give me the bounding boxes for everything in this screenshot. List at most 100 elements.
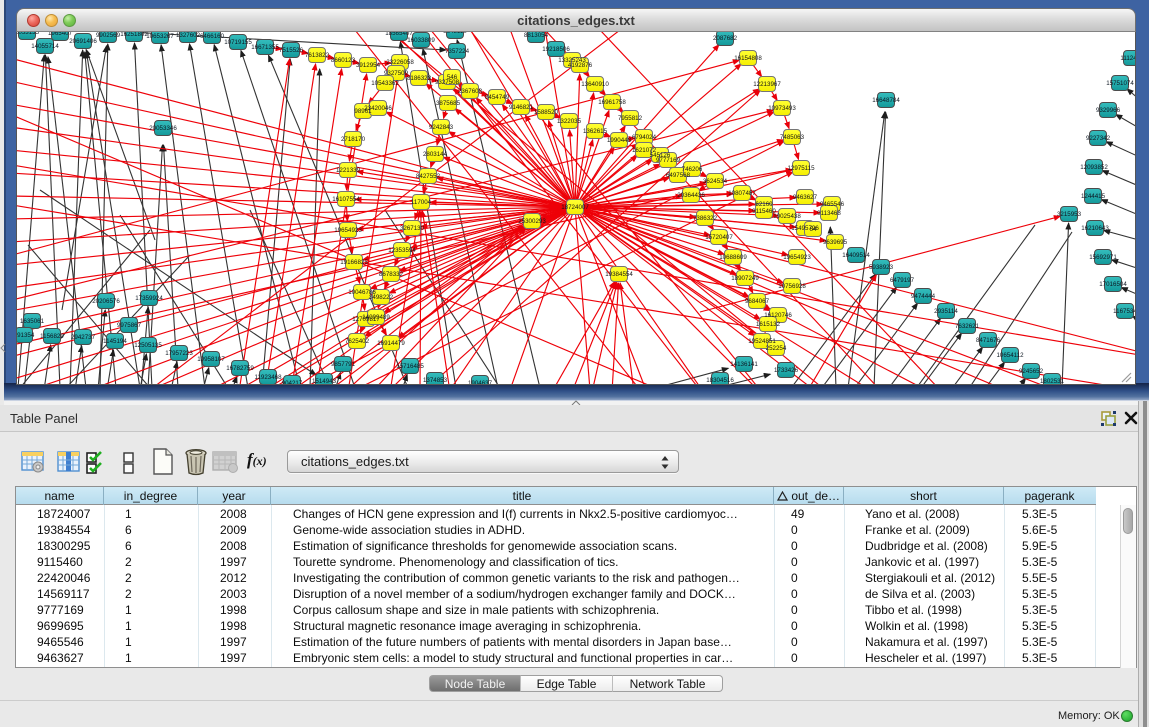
svg-text:19654923: 19654923 xyxy=(783,254,811,261)
svg-text:1615132: 1615132 xyxy=(756,321,781,328)
svg-text:1965407: 1965407 xyxy=(48,32,73,37)
svg-text:1362615: 1362615 xyxy=(583,128,608,135)
svg-text:1802531: 1802531 xyxy=(1040,378,1065,384)
svg-text:1588520: 1588520 xyxy=(534,109,559,116)
svg-text:16782759: 16782759 xyxy=(226,365,254,372)
svg-text:10543362: 10543362 xyxy=(371,80,399,87)
svg-text:3215953: 3215953 xyxy=(1057,211,1082,218)
svg-text:10025438: 10025438 xyxy=(773,213,801,220)
svg-text:10973493: 10973493 xyxy=(768,105,796,112)
svg-text:1145194: 1145194 xyxy=(103,338,127,345)
svg-text:1112448: 1112448 xyxy=(1120,55,1135,62)
svg-text:252254: 252254 xyxy=(766,345,787,352)
svg-text:15692971: 15692971 xyxy=(1089,254,1117,261)
svg-text:16648784: 16648784 xyxy=(872,97,900,104)
svg-text:11923468: 11923468 xyxy=(254,374,282,381)
svg-text:8454749: 8454749 xyxy=(485,94,510,101)
svg-text:7515526: 7515526 xyxy=(279,47,304,54)
svg-text:3624534: 3624534 xyxy=(703,178,728,185)
svg-text:9329966: 9329966 xyxy=(1096,107,1121,114)
svg-text:2935114: 2935114 xyxy=(934,308,958,315)
svg-text:9146821: 9146821 xyxy=(509,104,534,111)
svg-text:10958107: 10958107 xyxy=(197,356,225,363)
svg-text:9474444: 9474444 xyxy=(911,293,936,300)
svg-text:7613822: 7613822 xyxy=(305,52,330,59)
svg-text:9643110: 9643110 xyxy=(443,32,467,35)
svg-text:14055714: 14055714 xyxy=(31,43,59,50)
svg-text:7632621: 7632621 xyxy=(955,323,980,330)
svg-text:6466160: 6466160 xyxy=(200,33,225,40)
svg-text:7955812: 7955812 xyxy=(618,115,643,122)
svg-text:19218506: 19218506 xyxy=(542,46,570,53)
svg-text:6794024: 6794024 xyxy=(632,134,657,141)
svg-text:9227342: 9227342 xyxy=(1086,135,1111,142)
svg-text:2053135: 2053135 xyxy=(17,32,40,36)
svg-text:14099489: 14099489 xyxy=(362,314,390,321)
svg-text:20206576: 20206576 xyxy=(92,298,120,305)
svg-text:7357224: 7357224 xyxy=(445,48,470,55)
svg-text:8660123: 8660123 xyxy=(331,57,356,64)
svg-text:16107554: 16107554 xyxy=(332,196,360,203)
svg-text:16961758: 16961758 xyxy=(598,99,626,106)
svg-text:20691406: 20691406 xyxy=(69,38,97,45)
svg-text:10719155: 10719155 xyxy=(224,39,252,46)
svg-text:9242843: 9242843 xyxy=(429,124,454,131)
svg-text:6497568: 6497568 xyxy=(666,172,691,179)
svg-text:3912954: 3912954 xyxy=(356,62,381,69)
svg-text:1733426: 1733426 xyxy=(774,367,799,374)
svg-text:1904637: 1904637 xyxy=(468,380,493,384)
svg-text:6479197: 6479197 xyxy=(890,277,915,284)
svg-text:1635061: 1635061 xyxy=(20,318,45,325)
svg-text:10654112: 10654112 xyxy=(996,352,1024,359)
svg-text:10756928: 10756928 xyxy=(778,283,806,290)
svg-text:10653267: 10653267 xyxy=(146,33,174,40)
svg-text:19654923: 19654923 xyxy=(334,227,362,234)
svg-text:9857791: 9857791 xyxy=(331,361,356,368)
svg-text:19524851: 19524851 xyxy=(748,338,776,345)
svg-text:16210643: 16210643 xyxy=(1081,225,1109,232)
svg-text:12093852: 12093852 xyxy=(1080,164,1108,171)
svg-text:1374853: 1374853 xyxy=(423,377,448,384)
svg-text:10688609: 10688609 xyxy=(719,254,747,261)
svg-text:8678332: 8678332 xyxy=(379,271,404,278)
svg-text:904217: 904217 xyxy=(282,380,303,384)
svg-text:16154808: 16154808 xyxy=(734,55,762,62)
svg-text:117004: 117004 xyxy=(411,199,432,206)
svg-text:23226058: 23226058 xyxy=(386,59,414,66)
svg-text:16033809: 16033809 xyxy=(407,37,435,44)
svg-text:391354: 391354 xyxy=(17,332,35,339)
svg-text:64: 64 xyxy=(810,226,817,233)
svg-text:1990448: 1990448 xyxy=(607,137,632,144)
svg-text:13640910: 13640910 xyxy=(581,81,609,88)
svg-text:9245652: 9245652 xyxy=(1019,368,1044,375)
svg-text:746206: 746206 xyxy=(682,166,703,173)
svg-text:9902569: 9902569 xyxy=(96,32,121,39)
svg-text:2942737: 2942737 xyxy=(71,334,96,341)
svg-text:12353594: 12353594 xyxy=(388,247,416,254)
svg-text:18304516: 18304516 xyxy=(706,377,734,384)
svg-text:9639695: 9639695 xyxy=(823,239,848,246)
svg-text:1221339: 1221339 xyxy=(336,167,361,174)
svg-text:19384554: 19384554 xyxy=(605,271,633,278)
svg-text:2087682: 2087682 xyxy=(713,35,738,42)
svg-text:19166825: 19166825 xyxy=(340,259,368,266)
svg-text:15720407: 15720407 xyxy=(705,234,733,241)
svg-text:16120746: 16120746 xyxy=(764,312,792,319)
svg-text:17359924: 17359924 xyxy=(135,295,163,302)
svg-text:3267130: 3267130 xyxy=(400,225,425,232)
svg-text:18907249: 18907249 xyxy=(731,275,759,282)
svg-text:4192876: 4192876 xyxy=(568,62,593,69)
svg-text:2803144: 2803144 xyxy=(423,151,448,158)
svg-text:1244415: 1244415 xyxy=(1081,193,1106,200)
svg-text:23420046: 23420046 xyxy=(364,105,392,112)
svg-text:1514943: 1514943 xyxy=(312,378,337,384)
svg-text:9975867: 9975867 xyxy=(117,322,142,329)
svg-text:17016504: 17016504 xyxy=(1099,281,1127,288)
svg-text:62160: 62160 xyxy=(755,201,773,208)
svg-text:18724007: 18724007 xyxy=(561,204,589,211)
svg-text:1322035: 1322035 xyxy=(557,118,582,125)
svg-text:1156829: 1156829 xyxy=(40,333,64,340)
svg-text:7625402: 7625402 xyxy=(345,338,370,345)
svg-text:8471676: 8471676 xyxy=(976,337,1001,344)
svg-text:10807487: 10807487 xyxy=(728,190,756,197)
